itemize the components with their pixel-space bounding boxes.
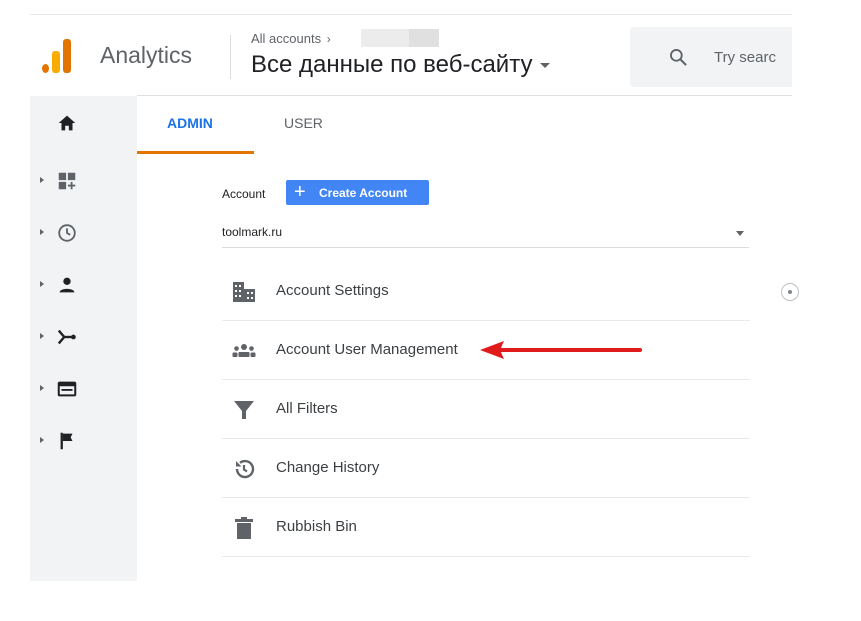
dropdown-caret-icon — [736, 231, 744, 236]
menu-item-account-settings[interactable]: Account Settings — [222, 262, 750, 321]
menu-label: Account User Management — [276, 341, 458, 358]
admin-tabs: ADMIN USER — [137, 96, 792, 154]
caret-down-icon — [540, 63, 551, 69]
sidebar-item-audience[interactable] — [30, 266, 137, 306]
account-selected-value: toolmark.ru — [222, 225, 283, 239]
account-selector[interactable]: toolmark.ru — [222, 214, 749, 248]
header-divider — [230, 35, 231, 79]
plus-icon: + — [294, 181, 306, 203]
search-placeholder: Try searc — [714, 49, 776, 66]
property-selector[interactable]: Все данные по веб-сайту — [251, 51, 551, 79]
customization-icon — [58, 172, 76, 190]
app-header: Analytics All accounts › Все данные по в… — [30, 15, 792, 96]
menu-label: Account Settings — [276, 282, 389, 299]
sidebar-item-home[interactable] — [30, 104, 137, 144]
app-title: Analytics — [100, 42, 193, 68]
sidebar-item-behavior[interactable] — [30, 370, 137, 410]
menu-label: All Filters — [276, 400, 338, 417]
sidebar-item-customization[interactable] — [30, 162, 137, 202]
analytics-logo-icon[interactable] — [42, 39, 72, 73]
collapse-column-icon[interactable] — [781, 283, 799, 301]
account-label: Account — [222, 187, 266, 201]
menu-item-all-filters[interactable]: All Filters — [222, 380, 750, 439]
property-name: Все данные по веб-сайту — [251, 51, 533, 78]
sidebar-item-realtime[interactable] — [30, 214, 137, 254]
expand-arrow-icon — [40, 177, 44, 183]
tab-user[interactable]: USER — [284, 115, 323, 131]
breadcrumb[interactable]: All accounts › — [251, 31, 331, 46]
search-icon — [670, 49, 687, 66]
home-icon — [58, 115, 76, 131]
search-box[interactable]: Try searc — [630, 27, 792, 87]
left-nav — [30, 96, 137, 581]
logo-dot — [42, 64, 49, 73]
expand-arrow-icon — [40, 281, 44, 287]
account-column: Account + Create Account toolmark.ru Acc… — [137, 154, 792, 581]
create-account-button[interactable]: + Create Account — [286, 180, 429, 205]
people-icon — [232, 344, 256, 357]
tab-admin[interactable]: ADMIN — [167, 115, 213, 131]
menu-label: Change History — [276, 459, 380, 476]
expand-arrow-icon — [40, 385, 44, 391]
realtime-clock-icon — [58, 224, 76, 242]
trash-icon — [235, 517, 253, 539]
audience-person-icon — [59, 277, 75, 293]
acquisition-icon — [57, 329, 76, 345]
expand-arrow-icon — [40, 333, 44, 339]
filter-icon — [234, 401, 254, 419]
expand-arrow-icon — [40, 229, 44, 235]
create-account-label: Create Account — [319, 186, 408, 200]
logo-bar-mid — [52, 51, 60, 73]
menu-item-change-history[interactable]: Change History — [222, 439, 750, 498]
account-menu: Account Settings Account User Management… — [222, 262, 750, 557]
expand-arrow-icon — [40, 437, 44, 443]
menu-item-rubbish-bin[interactable]: Rubbish Bin — [222, 498, 750, 557]
logo-bar-tall — [63, 39, 71, 73]
menu-label: Rubbish Bin — [276, 518, 357, 535]
sidebar-item-acquisition[interactable] — [30, 318, 137, 358]
breadcrumb-root[interactable]: All accounts — [251, 31, 321, 46]
breadcrumb-chevron-icon: › — [326, 32, 331, 46]
behavior-icon — [57, 381, 77, 397]
redacted-account-name — [361, 29, 439, 47]
conversions-flag-icon — [60, 432, 73, 450]
building-icon — [233, 282, 255, 302]
sidebar-item-conversions[interactable] — [30, 422, 137, 462]
history-icon — [235, 459, 255, 479]
analytics-window: Analytics All accounts › Все данные по в… — [30, 14, 792, 581]
annotation-arrow-icon — [480, 341, 642, 359]
